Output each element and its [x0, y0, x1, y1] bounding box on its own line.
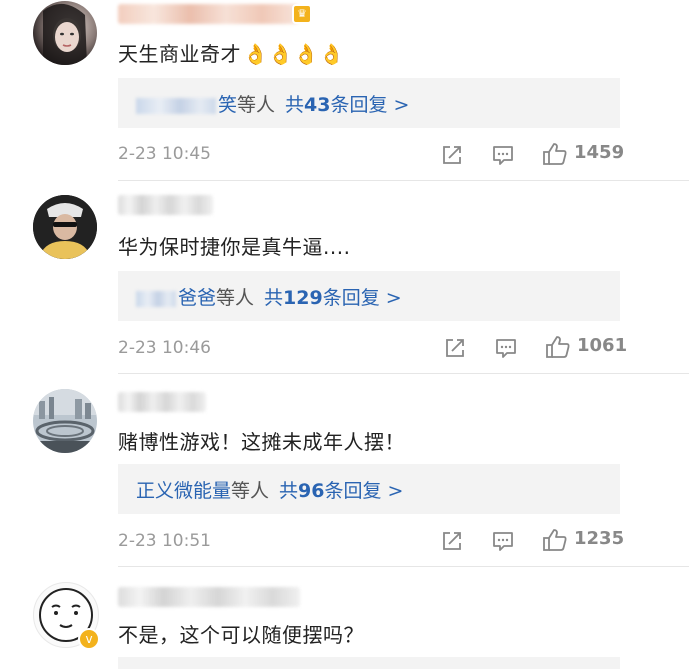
like-button[interactable]: 1061 — [545, 335, 635, 359]
thumbs-up-icon — [543, 529, 567, 551]
comment-item: 赌博性游戏！这摊未成年人摆！ 正义微能量等人 共96条回复 > 2-23 10:5… — [0, 374, 689, 567]
reply-username[interactable]: 正义微能量 — [136, 480, 231, 502]
username[interactable] — [118, 392, 206, 412]
like-count: 1235 — [574, 528, 625, 549]
reply-suffix: 等人 — [216, 287, 255, 309]
username[interactable] — [118, 195, 213, 215]
like-count: 1061 — [577, 335, 628, 356]
comment-text: 不是，这个可以随便摆吗？ — [118, 623, 364, 647]
reply-summary[interactable]: 笑等人 共43条回复 > — [118, 78, 620, 128]
vip-crown-icon: ♛ — [292, 4, 312, 24]
like-button[interactable]: 1459 — [542, 142, 632, 166]
thumbs-up-icon — [543, 143, 567, 165]
thumbs-up-icon — [546, 336, 570, 358]
comment-timestamp: 2-23 10:45 — [118, 144, 211, 164]
comment-text: 华为保时捷你是真牛逼.... — [118, 235, 351, 259]
comment-item: v 不是，这个可以随便摆吗？ — [0, 567, 689, 669]
reply-username[interactable]: 笑 — [218, 94, 237, 116]
verified-badge-icon: v — [78, 628, 100, 650]
comment-text: 天生商业奇才 👌👌👌👌 — [118, 42, 345, 66]
avatar[interactable] — [33, 1, 97, 65]
comment-item: 华为保时捷你是真牛逼.... 爸爸等人 共129条回复 > 2-23 10:46 … — [0, 181, 689, 374]
reply-summary[interactable] — [118, 657, 620, 669]
comment-icon[interactable] — [491, 143, 515, 167]
username[interactable] — [118, 4, 298, 24]
reply-summary[interactable]: 正义微能量等人 共96条回复 > — [118, 464, 620, 514]
share-icon[interactable] — [440, 529, 464, 553]
reply-suffix: 等人 — [231, 480, 270, 502]
comment-timestamp: 2-23 10:46 — [118, 338, 211, 358]
share-icon[interactable] — [440, 143, 464, 167]
reply-count-link[interactable]: 共43条回复 > — [285, 94, 409, 116]
reply-username-blurred — [136, 97, 216, 114]
reply-username[interactable]: 爸爸 — [178, 287, 216, 309]
like-button[interactable]: 1235 — [542, 528, 632, 552]
reply-count-link[interactable]: 共96条回复 > — [279, 480, 403, 502]
ok-hand-emoji-icon: 👌👌👌👌 — [243, 42, 345, 66]
comment-icon[interactable] — [491, 529, 515, 553]
reply-summary[interactable]: 爸爸等人 共129条回复 > — [118, 271, 620, 321]
like-count: 1459 — [574, 142, 625, 163]
comment-timestamp: 2-23 10:51 — [118, 531, 211, 551]
comment-text: 赌博性游戏！这摊未成年人摆！ — [118, 430, 405, 454]
comment-item: ♛ 天生商业奇才 👌👌👌👌 笑等人 共43条回复 > 2-23 10:45 1459 — [0, 0, 689, 181]
reply-username-blurred — [136, 290, 176, 307]
avatar[interactable] — [33, 389, 97, 453]
reply-suffix: 等人 — [237, 94, 276, 116]
avatar[interactable] — [33, 195, 97, 259]
username[interactable] — [118, 587, 300, 607]
reply-count-link[interactable]: 共129条回复 > — [264, 287, 402, 309]
comment-icon[interactable] — [494, 336, 518, 360]
share-icon[interactable] — [443, 336, 467, 360]
